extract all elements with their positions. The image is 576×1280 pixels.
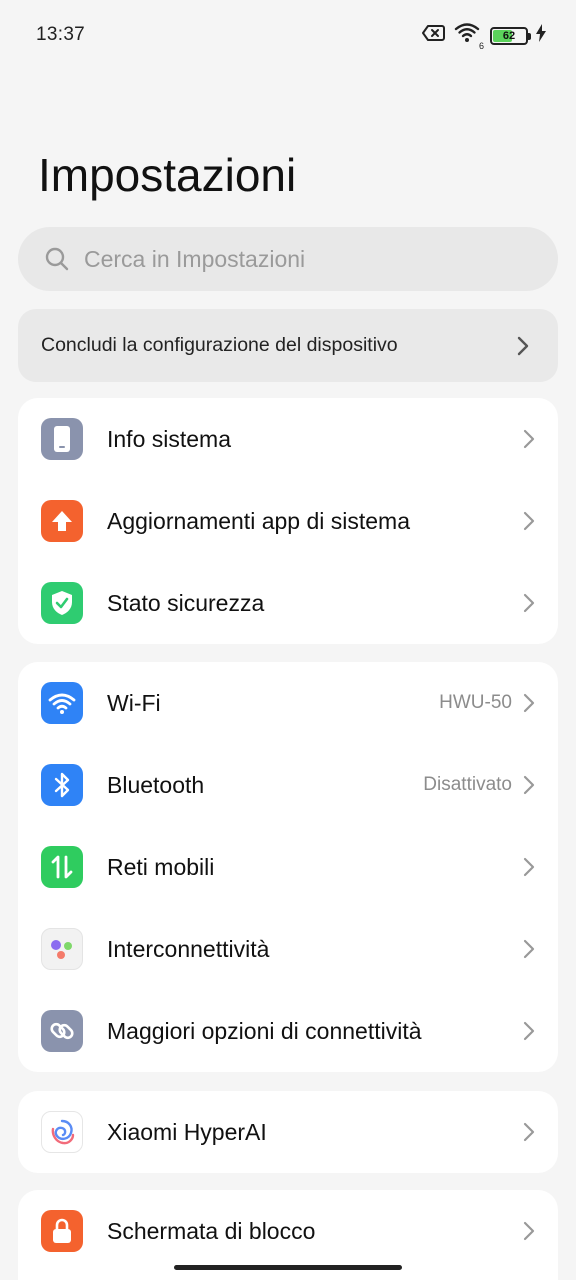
interconnect-icon — [41, 928, 83, 970]
wifi-icon: 6 — [454, 22, 484, 51]
settings-group-ai: Xiaomi HyperAI — [18, 1091, 558, 1173]
chevron-right-icon — [523, 939, 535, 959]
settings-item-info-sistema[interactable]: Info sistema — [18, 398, 558, 480]
status-icons: 6 62 — [422, 22, 546, 51]
status-bar: 13:37 6 62 — [0, 0, 576, 68]
settings-item-label: Xiaomi HyperAI — [107, 1118, 267, 1145]
settings-item-label: Wi-Fi — [107, 689, 161, 716]
wifi-network-name: HWU-50 — [439, 692, 512, 713]
search-placeholder: Cerca in Impostazioni — [84, 245, 306, 272]
settings-item-stato-sicurezza[interactable]: Stato sicurezza — [18, 562, 558, 644]
link-icon — [41, 1010, 83, 1052]
arrow-up-icon — [41, 500, 83, 542]
settings-item-bluetooth[interactable]: Bluetooth Disattivato — [18, 744, 558, 826]
mobile-data-icon — [41, 846, 83, 888]
settings-item-label: Interconnettività — [107, 935, 270, 962]
settings-item-wifi[interactable]: Wi-Fi HWU-50 — [18, 662, 558, 744]
chevron-right-icon — [523, 1021, 535, 1041]
finish-setup-label: Concludi la configurazione del dispositi… — [41, 334, 398, 356]
settings-item-label: Stato sicurezza — [107, 589, 265, 616]
bluetooth-icon — [41, 764, 83, 806]
search-input[interactable]: Cerca in Impostazioni — [18, 227, 558, 291]
search-icon — [45, 247, 69, 271]
settings-item-label: Maggiori opzioni di connettività — [107, 1017, 422, 1044]
bluetooth-status: Disattivato — [423, 774, 512, 795]
chevron-right-icon — [523, 593, 535, 613]
settings-item-reti-mobili[interactable]: Reti mobili — [18, 826, 558, 908]
settings-item-hyperai[interactable]: Xiaomi HyperAI — [18, 1091, 558, 1173]
wifi-icon — [41, 682, 83, 724]
battery-level: 62 — [502, 29, 516, 42]
battery-icon: 62 — [490, 26, 531, 45]
finish-setup-card[interactable]: Concludi la configurazione del dispositi… — [18, 309, 558, 382]
hyperai-icon — [41, 1111, 83, 1153]
phone-icon — [41, 418, 83, 460]
settings-item-label: Bluetooth — [107, 771, 205, 798]
settings-item-label: Reti mobili — [107, 853, 215, 880]
lock-icon — [41, 1210, 83, 1252]
settings-group-system: Info sistema Aggiornamenti app di sistem… — [18, 398, 558, 644]
shield-check-icon — [41, 582, 83, 624]
chevron-right-icon — [523, 775, 535, 795]
status-time: 13:37 — [36, 24, 86, 45]
chevron-right-icon — [523, 1122, 535, 1142]
settings-item-label: Schermata di blocco — [107, 1217, 316, 1244]
page-title: Impostazioni — [38, 149, 297, 201]
charging-icon — [536, 24, 546, 47]
wifi-badge: 6 — [478, 41, 484, 51]
chevron-right-icon — [523, 1221, 535, 1241]
settings-item-aggiornamenti[interactable]: Aggiornamenti app di sistema — [18, 480, 558, 562]
chevron-right-icon — [523, 429, 535, 449]
chevron-right-icon — [523, 857, 535, 877]
chevron-right-icon — [523, 693, 535, 713]
home-indicator[interactable] — [174, 1265, 402, 1270]
sim-error-icon — [422, 24, 446, 47]
chevron-right-icon — [517, 336, 529, 355]
settings-group-connectivity: Wi-Fi HWU-50 Bluetooth Disattivato Reti … — [18, 662, 558, 1072]
settings-item-maggiori-opzioni[interactable]: Maggiori opzioni di connettività — [18, 990, 558, 1072]
chevron-right-icon — [523, 511, 535, 531]
settings-item-schermata-blocco[interactable]: Schermata di blocco — [18, 1190, 558, 1272]
settings-item-interconnettivita[interactable]: Interconnettività — [18, 908, 558, 990]
settings-item-label: Info sistema — [107, 425, 231, 452]
settings-item-label: Aggiornamenti app di sistema — [107, 507, 410, 534]
